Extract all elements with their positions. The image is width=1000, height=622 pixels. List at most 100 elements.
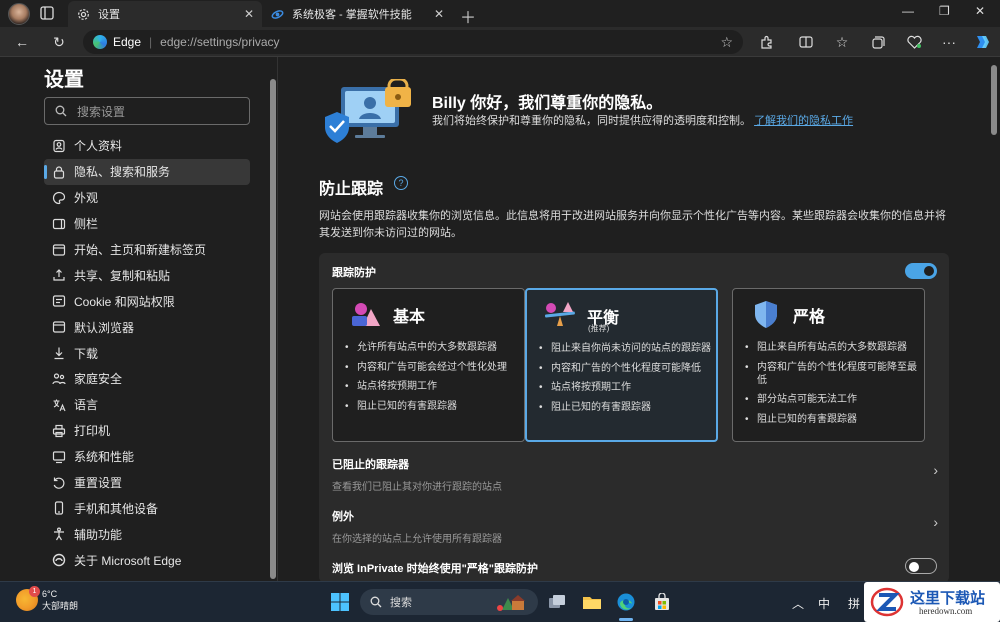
watermark-url: heredown.com (919, 606, 973, 616)
content-scrollbar[interactable] (991, 65, 997, 135)
site-favicon-icon (270, 7, 284, 21)
weather-desc: 大部晴朗 (42, 601, 79, 611)
sidebar-item-accessibility[interactable]: 辅助功能 (44, 521, 250, 547)
tab-title: 设置 (98, 9, 120, 21)
download-icon (44, 345, 74, 361)
sidebar-scrollbar[interactable] (270, 79, 276, 579)
url-text[interactable]: edge://settings/privacy (160, 35, 279, 49)
favorites-icon[interactable]: ☆ (833, 33, 851, 51)
inprivate-strict-label: 浏览 InPrivate 时始终使用"严格"跟踪防护 (332, 563, 539, 575)
system-icon (44, 449, 74, 465)
microsoft-store-icon[interactable] (651, 591, 673, 613)
close-tab-icon[interactable]: ✕ (434, 7, 444, 21)
taskbar-search-label: 搜索 (390, 597, 412, 609)
browser-essentials-icon[interactable] (905, 33, 923, 51)
weather-widget[interactable]: 1 6°C 大部晴朗 (16, 586, 79, 612)
search-settings-input[interactable]: 搜索设置 (44, 97, 250, 125)
tab-settings[interactable]: 设置 ✕ (68, 1, 262, 27)
copilot-icon[interactable] (973, 33, 991, 51)
chevron-right-icon: › (933, 462, 938, 478)
new-tab-plus-icon[interactable]: ＋ (460, 4, 476, 28)
chevron-right-icon: › (933, 514, 938, 530)
sidebar-item-printers[interactable]: 打印机 (44, 418, 250, 444)
exceptions-title: 例外 (332, 511, 354, 523)
card-bullet: 阻止已知的有害跟踪器 (745, 413, 917, 426)
refresh-icon[interactable]: ↻ (50, 33, 68, 51)
sidebar-item-profile[interactable]: 个人资料 (44, 133, 250, 159)
card-bullet: 阻止来自你尚未访问的站点的跟踪器 (539, 342, 711, 355)
tracking-level-basic-card[interactable]: 基本 允许所有站点中的大多数跟踪器 内容和广告可能会经过个性化处理 站点将按预期… (332, 288, 525, 442)
sidebar-item-reset[interactable]: 重置设置 (44, 470, 250, 496)
card-bullet: 部分站点可能无法工作 (745, 393, 917, 406)
profile-avatar[interactable] (8, 3, 30, 25)
settings-title: 设置 (44, 69, 84, 91)
inprivate-strict-toggle[interactable] (905, 558, 937, 574)
collections-icon[interactable] (869, 33, 887, 51)
lock-icon (44, 164, 74, 180)
tracking-protection-toggle[interactable] (905, 263, 937, 279)
sidebar-item-start-home[interactable]: 开始、主页和新建标签页 (44, 237, 250, 263)
tab-site[interactable]: 系统极客 - 掌握软件技能 ✕ (262, 1, 452, 27)
sidebar-icon (44, 216, 74, 232)
exceptions-row[interactable]: 例外 在你选择的站点上允许使用所有跟踪器 › (332, 508, 938, 545)
close-window-icon[interactable]: ✕ (975, 4, 985, 18)
sidebar-item-sidebar[interactable]: 侧栏 (44, 211, 250, 237)
browser-toolbar: ← ↻ Edge | edge://settings/privacy ☆ ☆ ·… (0, 27, 1000, 57)
windows-start-icon[interactable] (330, 592, 350, 612)
tab-actions-icon[interactable] (40, 6, 54, 20)
card-bullet: 内容和广告可能会经过个性化处理 (345, 361, 517, 374)
inprivate-strict-row: 浏览 InPrivate 时始终使用"严格"跟踪防护 (332, 560, 938, 576)
sidebar-item-phone[interactable]: 手机和其他设备 (44, 495, 250, 521)
more-menu-icon[interactable]: ··· (940, 33, 958, 51)
ime-pinyin-indicator[interactable]: 拼 (848, 595, 860, 612)
edge-taskbar-icon[interactable] (615, 591, 637, 613)
search-highlight-icon (497, 595, 525, 611)
sidebar-item-appearance[interactable]: 外观 (44, 185, 250, 211)
show-hidden-icons-chevron-up-icon[interactable]: ︿ (792, 595, 804, 612)
taskbar-search-box[interactable]: 搜索 (360, 589, 538, 615)
card-bullets: 允许所有站点中的大多数跟踪器 内容和广告可能会经过个性化处理 站点将按预期工作 … (345, 341, 517, 419)
back-arrow-icon[interactable]: ← (13, 33, 31, 51)
ime-mode-indicator[interactable]: 中 (818, 595, 830, 612)
favorite-star-icon[interactable]: ☆ (720, 34, 733, 51)
tracking-level-strict-card[interactable]: 严格 阻止来自所有站点的大多数跟踪器 内容和广告的个性化程度可能降至最低 部分站… (732, 288, 925, 442)
basic-shapes-icon (352, 303, 380, 326)
extensions-icon[interactable] (758, 33, 776, 51)
sidebar-item-label: 家庭安全 (74, 372, 123, 387)
help-question-icon[interactable]: ? (394, 176, 408, 190)
sidebar-item-default-browser[interactable]: 默认浏览器 (44, 314, 250, 340)
sidebar-item-system[interactable]: 系统和性能 (44, 444, 250, 470)
sidebar-item-share[interactable]: 共享、复制和粘贴 (44, 262, 250, 288)
browser-icon (44, 319, 74, 335)
minimize-icon[interactable]: — (902, 4, 914, 18)
restore-icon[interactable]: ❐ (939, 4, 950, 18)
balance-scale-icon (544, 302, 575, 326)
privacy-learn-more-link[interactable]: 了解我们的隐私工作 (754, 115, 853, 127)
address-separator: | (149, 35, 153, 49)
blocked-trackers-title: 已阻止的跟踪器 (332, 459, 409, 471)
file-explorer-icon[interactable] (581, 591, 603, 613)
tracking-level-balanced-card[interactable]: 平衡 (推荐) 阻止来自你尚未访问的站点的跟踪器 内容和广告的个性化程度可能降低… (525, 288, 718, 442)
blocked-trackers-row[interactable]: 已阻止的跟踪器 查看我们已阻止其对你进行跟踪的站点 › (332, 456, 938, 493)
sidebar-item-label: 侧栏 (74, 217, 99, 232)
sidebar-item-about[interactable]: 关于 Microsoft Edge (44, 547, 250, 573)
sidebar-item-cookies[interactable]: Cookie 和网站权限 (44, 288, 250, 314)
family-icon (44, 371, 74, 387)
weather-badge: 1 (29, 586, 40, 597)
split-screen-icon[interactable] (797, 33, 815, 51)
sidebar-item-family[interactable]: 家庭安全 (44, 366, 250, 392)
sidebar-item-downloads[interactable]: 下载 (44, 340, 250, 366)
shield-icon (755, 301, 777, 328)
tracking-panel: 跟踪防护 基本 允许所有站点中的大多数跟踪器 内容和广告可能会经过个性化处理 站… (319, 253, 949, 581)
address-bar[interactable]: Edge | edge://settings/privacy ☆ (83, 30, 743, 54)
privacy-illustration-icon (325, 79, 411, 143)
recommended-badge: (推荐) (588, 324, 610, 333)
cookie-icon (44, 293, 74, 309)
sidebar-item-privacy[interactable]: 隐私、搜索和服务 (44, 158, 250, 185)
privacy-description-text: 我们将始终保护和尊重你的隐私，同时提供应得的透明度和控制。 (432, 115, 751, 127)
close-tab-icon[interactable]: ✕ (244, 7, 254, 21)
sidebar-item-label: 系统和性能 (74, 450, 135, 465)
task-view-icon[interactable] (546, 591, 568, 613)
settings-sidebar: 设置 搜索设置 个人资料 隐私、搜索和服务 外观 侧栏 开始、主页和新建标签页 … (0, 57, 278, 581)
sidebar-item-language[interactable]: 语言 (44, 392, 250, 418)
